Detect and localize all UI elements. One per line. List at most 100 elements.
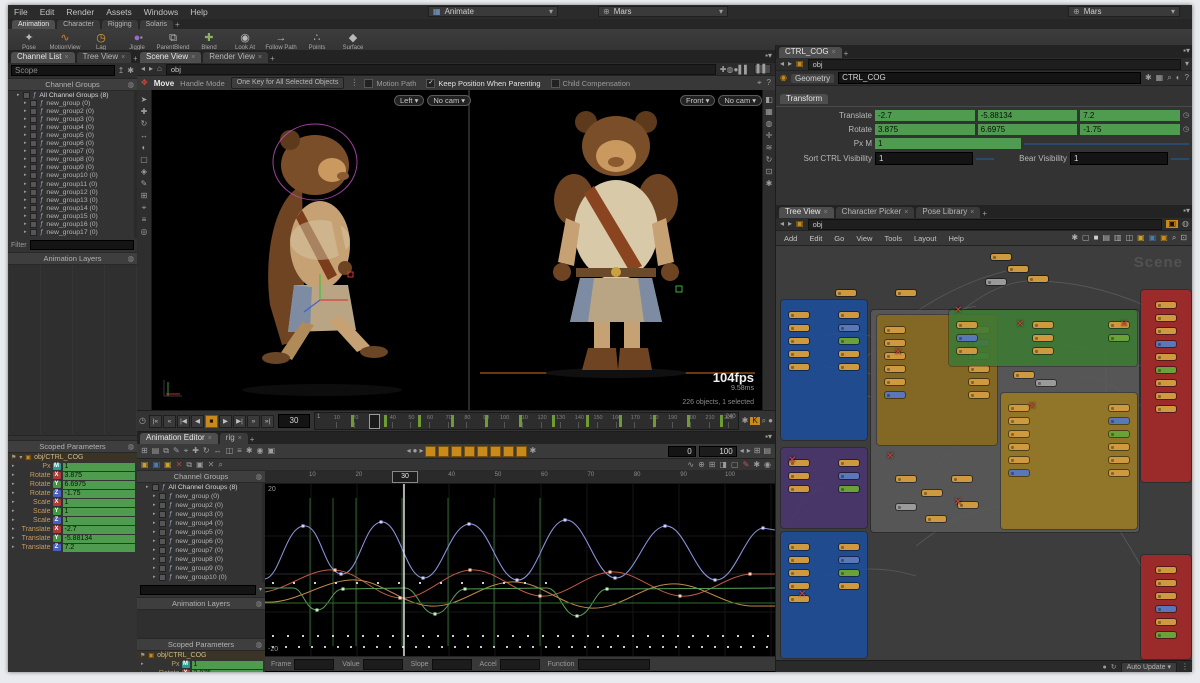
scope-flag-icon[interactable] [30, 124, 37, 131]
network-node[interactable] [1156, 315, 1176, 321]
back-icon[interactable]: ◂ [780, 60, 784, 68]
net-pane-menu-icon[interactable]: ▾ [1186, 207, 1190, 215]
expand-icon[interactable]: ▸ [24, 133, 27, 138]
network-node[interactable] [1033, 348, 1053, 354]
param-header-icon-0[interactable]: ✱ [1145, 74, 1152, 82]
network-node[interactable] [896, 290, 916, 296]
anim-tool-icon-12[interactable]: ▣ [268, 447, 276, 455]
network-node[interactable] [1156, 380, 1176, 386]
viewport-tool-icon-0[interactable]: ➤ [141, 96, 148, 104]
viewport-display-icon-7[interactable]: ✱ [766, 180, 773, 188]
channel-group-row[interactable]: ▸ƒnew_group5 (0) [8, 131, 134, 139]
scope-flag-icon[interactable] [30, 164, 37, 171]
shelf-tab-solaris[interactable]: Solaris [140, 20, 173, 29]
pause-icon[interactable]: ▌▌ [754, 64, 771, 74]
transport-button-6-icon[interactable]: ▶| [233, 415, 246, 428]
anim-edit-icon-6[interactable]: ✕ [208, 461, 215, 469]
viewport-display-icon-5[interactable]: ↻ [766, 156, 773, 164]
view-tab-scene-view[interactable]: Scene View× [140, 52, 201, 63]
expand-icon[interactable]: ▸ [153, 575, 156, 580]
expand-icon[interactable]: ▸ [12, 518, 15, 523]
translate-y-field[interactable]: -5.88134 [978, 110, 1078, 121]
channel-group-row[interactable]: ▸ƒnew_group5 (0) [137, 528, 262, 537]
auto-update-selector[interactable]: Auto Update ▾ [1121, 662, 1177, 673]
anim-tab-rig[interactable]: rig× [220, 433, 248, 444]
network-node[interactable] [789, 312, 809, 318]
scoped-parameter-row[interactable]: ▸RotateX3.875 [137, 669, 265, 672]
keyframe-mode-button-5[interactable] [490, 446, 501, 457]
back-icon[interactable]: ◂ [141, 65, 145, 73]
vis-b-slider[interactable] [1171, 158, 1189, 160]
snap-icon[interactable]: ⌖ [757, 79, 762, 87]
scoped-parameter-row[interactable]: ▸RotateY6.6975 [8, 480, 137, 489]
parameter-value-field[interactable]: 1 [63, 463, 135, 471]
net-new-tab-icon[interactable]: + [982, 210, 987, 218]
network-node[interactable] [957, 348, 977, 354]
bypass-flag-icon[interactable]: ✕ [954, 498, 962, 508]
scope-flag-icon[interactable] [159, 565, 166, 572]
close-icon[interactable]: × [64, 54, 68, 61]
help-icon[interactable]: ? [767, 79, 771, 87]
anim-range-icon-0[interactable]: ◂ [740, 447, 744, 455]
keyframe-tick[interactable] [586, 415, 589, 427]
channel-group-row[interactable]: ▸ƒnew_group4 (0) [8, 123, 134, 131]
close-icon[interactable]: × [121, 54, 125, 61]
network-menu-layout[interactable]: Layout [908, 232, 943, 245]
anim-tool-icon-10[interactable]: ✱ [246, 447, 253, 455]
network-box-0[interactable] [781, 300, 867, 440]
scoped-parameter-row[interactable]: ▸PxM1 [8, 462, 137, 471]
keyframe-tick[interactable] [451, 415, 454, 427]
scope-flag-icon[interactable] [159, 502, 166, 509]
scope-input[interactable]: Scope [11, 65, 115, 76]
network-node[interactable] [957, 335, 977, 341]
anim-view-icon-2[interactable]: ⊞ [709, 461, 716, 469]
param-tab-ctrl-cog[interactable]: CTRL_COG× [779, 47, 842, 58]
forward-icon[interactable]: ▸ [788, 220, 792, 228]
network-node[interactable] [839, 364, 859, 370]
scope-flag-icon[interactable] [30, 116, 37, 123]
expand-icon[interactable]: ▸ [24, 165, 27, 170]
scoped-parameter-row[interactable]: ▸ScaleZ1 [8, 516, 137, 525]
network-node[interactable] [789, 364, 809, 370]
anim-key-nav-icon-0[interactable]: ◂ [407, 447, 411, 455]
sort-ctrl-visibility-field[interactable]: 1 [875, 152, 973, 165]
network-toolbar-icon-9[interactable]: ⌕ [1172, 234, 1176, 242]
viewport-display-icon-3[interactable]: ✛ [766, 132, 773, 140]
expand-icon[interactable]: ▸ [141, 662, 144, 667]
node-name-field[interactable]: CTRL_COG [838, 72, 1141, 84]
forward-icon[interactable]: ▸ [788, 60, 792, 68]
network-node[interactable] [789, 570, 809, 576]
network-node[interactable] [926, 516, 946, 522]
viewport-tool-icon-7[interactable]: ✎ [141, 180, 148, 188]
frame-field[interactable] [294, 659, 334, 670]
network-node[interactable] [1156, 606, 1176, 612]
network-node[interactable] [839, 338, 859, 344]
channel-group-row[interactable]: ▸ƒnew_group (0) [8, 99, 134, 107]
parameter-value-field[interactable]: 6.6975 [63, 481, 135, 489]
accel-field[interactable] [500, 659, 540, 670]
menu-assets[interactable]: Assets [100, 6, 138, 19]
network-toolbar-icon-7[interactable]: ▣ [1149, 234, 1157, 242]
network-node[interactable] [1109, 431, 1129, 437]
playbar-icon-2[interactable]: ⌕ [762, 417, 766, 425]
network-toolbar-icon-10[interactable]: ⊡ [1180, 234, 1187, 242]
network-node[interactable] [1156, 580, 1176, 586]
expand-icon[interactable]: ▸ [24, 222, 27, 227]
shelf-tool-parentblend[interactable]: ⧉ParentBlend [156, 32, 190, 51]
back-icon[interactable]: ◂ [780, 220, 784, 228]
anim-view-icon-7[interactable]: ◉ [764, 461, 771, 469]
scope-flag-icon[interactable] [30, 221, 37, 228]
scope-up-icon[interactable]: ↥ [118, 67, 125, 75]
viewport-tool-icon-6[interactable]: ◈ [141, 168, 147, 176]
scene-selector[interactable]: ⊕ Mars ▾ [598, 6, 728, 17]
channel-group-row[interactable]: ▸ƒnew_group (0) [137, 492, 262, 501]
keyframe-tick[interactable] [687, 415, 690, 427]
anim-edit-icon-5[interactable]: ▣ [196, 461, 204, 469]
channel-tab-tree-view[interactable]: Tree View× [77, 52, 132, 63]
network-node[interactable] [1036, 380, 1056, 386]
network-node[interactable] [1109, 405, 1129, 411]
rotate-y-field[interactable]: 6.6975 [978, 124, 1078, 135]
keyframe-tick[interactable] [619, 415, 622, 427]
scope-flag-icon[interactable] [30, 156, 37, 163]
network-node[interactable] [885, 340, 905, 346]
